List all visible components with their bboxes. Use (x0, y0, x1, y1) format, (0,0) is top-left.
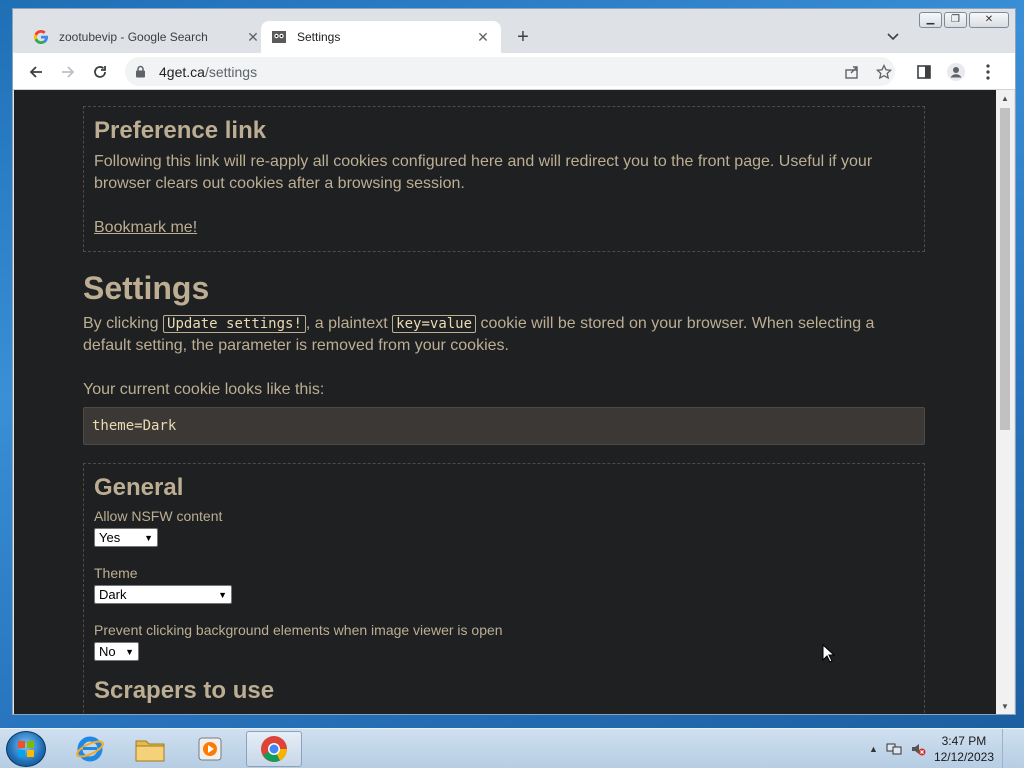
nsfw-setting: Allow NSFW content Yes ▼ (94, 508, 914, 547)
preference-link-card: Preference link Following this link will… (83, 106, 925, 252)
close-tab-icon[interactable]: ✕ (245, 29, 261, 45)
bookmark-star-icon[interactable] (873, 61, 895, 83)
network-icon[interactable] (886, 741, 902, 757)
browser-toolbar: 4get.ca/settings (13, 53, 1015, 90)
update-settings-code: Update settings! (163, 315, 306, 333)
tab-title: zootubevip - Google Search (59, 30, 208, 44)
close-tab-icon[interactable]: ✕ (475, 29, 491, 45)
mouse-cursor-icon (822, 644, 836, 663)
page-scrollbar[interactable]: ▲ ▼ (996, 90, 1014, 714)
taskbar: ▲ 3:47 PM 12/12/2023 (0, 728, 1024, 768)
new-tab-button[interactable]: + (511, 25, 535, 49)
forward-icon[interactable] (57, 61, 79, 83)
volume-muted-icon[interactable] (910, 741, 926, 757)
clock-time: 3:47 PM (941, 734, 987, 748)
key-value-code: key=value (392, 315, 477, 333)
scrapers-heading: Scrapers to use (94, 677, 275, 704)
window-controls: ▁ ❐ ✕ (919, 12, 1009, 28)
menu-kebab-icon[interactable] (977, 61, 999, 83)
show-desktop-button[interactable] (1002, 729, 1014, 768)
start-button[interactable] (6, 731, 46, 767)
bookmark-link[interactable]: Bookmark me! (94, 219, 197, 236)
show-hidden-icons-icon[interactable]: ▲ (869, 744, 878, 754)
chevron-down-icon: ▼ (144, 532, 153, 543)
settings-heading: Settings (83, 270, 210, 306)
clock[interactable]: 3:47 PM 12/12/2023 (934, 733, 994, 765)
chevron-down-icon: ▼ (125, 646, 134, 657)
internet-explorer-icon[interactable] (62, 731, 118, 767)
media-player-icon[interactable] (182, 731, 238, 767)
maximize-button[interactable]: ❐ (944, 12, 967, 28)
page-viewport: Preference link Following this link will… (14, 90, 996, 714)
cookie-value-box: theme=Dark (83, 407, 925, 445)
4get-icon (271, 29, 287, 45)
side-panel-icon[interactable] (913, 61, 935, 83)
field-label: Prevent clicking background elements whe… (94, 622, 503, 638)
tab-strip: zootubevip - Google Search ✕ Settings ✕ … (13, 9, 1015, 53)
close-window-button[interactable]: ✕ (969, 12, 1009, 28)
lock-icon[interactable] (135, 65, 149, 79)
image-viewer-select[interactable]: No ▼ (94, 642, 139, 661)
select-value: No (99, 644, 116, 659)
cookie-label: Your current cookie looks like this: (83, 381, 325, 398)
tab-search-chevron-icon[interactable] (883, 27, 903, 47)
tab-settings[interactable]: Settings ✕ (261, 21, 501, 53)
scroll-thumb[interactable] (1000, 108, 1010, 430)
share-icon[interactable] (841, 61, 863, 83)
nsfw-select[interactable]: Yes ▼ (94, 528, 158, 547)
field-label: Theme (94, 565, 138, 581)
general-card: General Allow NSFW content Yes ▼ Theme Da… (83, 463, 925, 714)
scroll-up-icon[interactable]: ▲ (996, 90, 1014, 106)
browser-window: zootubevip - Google Search ✕ Settings ✕ … (12, 8, 1016, 715)
scroll-down-icon[interactable]: ▼ (996, 698, 1014, 714)
address-bar[interactable]: 4get.ca/settings (125, 57, 895, 86)
image-viewer-setting: Prevent clicking background elements whe… (94, 622, 914, 661)
tab-title: Settings (297, 30, 341, 44)
tab-google-search[interactable]: zootubevip - Google Search ✕ (23, 21, 271, 53)
profile-avatar-icon[interactable] (945, 61, 967, 83)
back-icon[interactable] (25, 61, 47, 83)
select-value: Dark (99, 587, 127, 602)
url-host: 4get.ca (159, 63, 205, 80)
chevron-down-icon: ▼ (218, 589, 227, 600)
clock-date: 12/12/2023 (933, 750, 994, 764)
settings-intro: By clicking Update settings!, a plaintex… (83, 313, 925, 357)
field-label: Allow NSFW content (94, 508, 223, 524)
intro-text: By clicking (83, 315, 164, 332)
chrome-icon[interactable] (246, 731, 302, 767)
google-icon (33, 29, 49, 45)
preference-description: Following this link will re-apply all co… (94, 153, 873, 192)
url-path: /settings (204, 63, 258, 80)
preference-heading: Preference link (94, 117, 267, 144)
page-content: Preference link Following this link will… (83, 106, 925, 714)
minimize-button[interactable]: ▁ (919, 12, 942, 28)
select-value: Yes (99, 530, 121, 545)
reload-icon[interactable] (89, 61, 111, 83)
system-tray: ▲ 3:47 PM 12/12/2023 (869, 729, 1014, 768)
theme-setting: Theme Dark ▼ (94, 565, 914, 604)
theme-select[interactable]: Dark ▼ (94, 585, 232, 604)
intro-text: , a plaintext (305, 315, 393, 332)
windows-logo-icon (18, 741, 34, 757)
general-heading: General (94, 474, 184, 501)
file-explorer-icon[interactable] (122, 731, 178, 767)
